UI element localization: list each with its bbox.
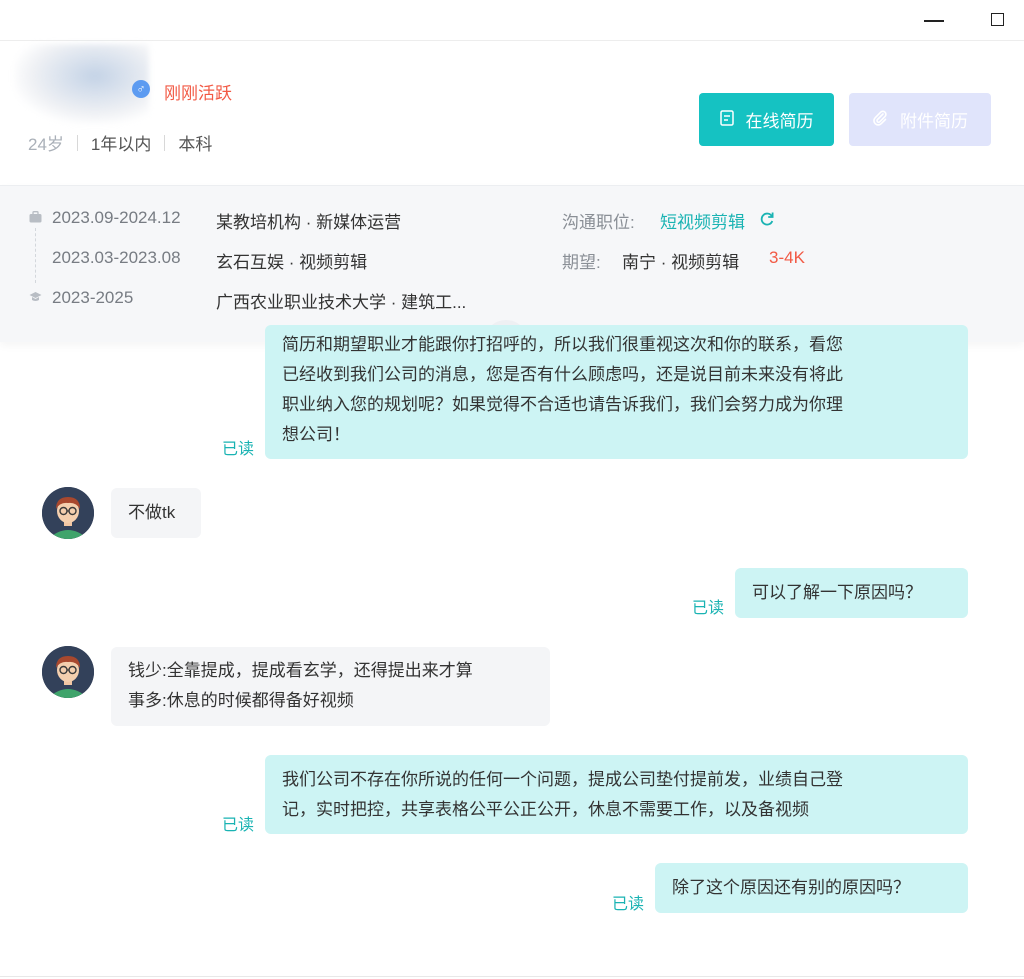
expectation-label: 期望: xyxy=(562,253,601,272)
message-bubble-sent[interactable]: 可以了解一下原因吗？ xyxy=(735,568,968,618)
history-desc: 玄石互娱 · 视频剪辑 xyxy=(216,253,368,272)
candidate-chat-avatar[interactable] xyxy=(42,487,94,539)
communicated-position-label: 沟通职位: xyxy=(562,213,635,232)
divider xyxy=(76,134,78,151)
online-resume-label: 在线简历 xyxy=(745,112,814,131)
title-bar xyxy=(0,0,1024,41)
message-line: 已经收到我们公司的消息，您是否有什么顾虑吗，还是说目前未来没有将此 xyxy=(282,365,843,384)
read-status: 已读 xyxy=(692,600,725,617)
candidate-experience: 1年以内 xyxy=(90,135,152,154)
history-desc: 某教培机构 · 新媒体运营 xyxy=(216,213,402,232)
candidate-chat-avatar[interactable] xyxy=(42,646,94,698)
candidate-avatar[interactable] xyxy=(14,44,149,124)
history-date: 2023-2025 xyxy=(52,288,134,307)
message-line: 不做tk xyxy=(128,503,176,522)
history-date: 2023.03-2023.08 xyxy=(52,248,181,267)
paperclip-icon xyxy=(872,110,888,130)
candidate-age: 24岁 xyxy=(28,135,64,154)
message-line: 职业纳入您的规划呢？如果觉得不合适也请告诉我们，我们会努力成为你理 xyxy=(282,395,843,414)
graduation-cap-icon xyxy=(28,291,42,305)
attachment-resume-label: 附件简历 xyxy=(900,112,968,131)
message-line: 事多:休息的时候都得备好视频 xyxy=(128,691,354,710)
message-bubble-received[interactable]: 钱少:全靠提成，提成看玄学，还得提出来才算 事多:休息的时候都得备好视频 xyxy=(111,647,550,726)
candidate-info-panel: 2023.09-2024.12 某教培机构 · 新媒体运营 2023.03-20… xyxy=(0,185,1024,342)
history-date: 2023.09-2024.12 xyxy=(52,208,181,227)
bottom-divider xyxy=(0,976,1024,977)
message-bubble-sent[interactable]: 除了这个原因还有别的原因吗？ xyxy=(655,863,968,913)
refresh-icon[interactable] xyxy=(758,208,778,228)
message-line: 钱少:全靠提成，提成看玄学，还得提出来才算 xyxy=(128,661,473,680)
active-status: 刚刚活跃 xyxy=(164,84,232,103)
message-line: 除了这个原因还有别的原因吗？ xyxy=(672,878,910,897)
online-resume-button[interactable]: 在线简历 xyxy=(699,93,834,146)
message-bubble-received[interactable]: 不做tk xyxy=(111,488,201,538)
message-line: 可以了解一下原因吗？ xyxy=(752,583,922,602)
attachment-resume-button[interactable]: 附件简历 xyxy=(849,93,991,146)
read-status: 已读 xyxy=(222,817,255,834)
minimize-icon[interactable] xyxy=(922,8,946,32)
maximize-icon[interactable] xyxy=(986,8,1010,32)
message-line: 想公司！ xyxy=(282,425,350,444)
divider xyxy=(164,134,166,151)
message-line: 记，实时把控，共享表格公平公正公开，休息不需要工作，以及备视频 xyxy=(282,800,809,819)
document-icon xyxy=(719,109,734,130)
message-bubble-sent[interactable]: 我们公司不存在你所说的任何一个问题，提成公司垫付提前发，业绩自己登 记，实时把控… xyxy=(265,755,968,834)
message-bubble-sent[interactable]: 简历和期望职业才能跟你打招呼的，所以我们很重视这次和你的联系，看您 已经收到我们… xyxy=(265,325,968,459)
history-desc: 广西农业职业技术大学 · 建筑工... xyxy=(216,293,467,312)
briefcase-icon xyxy=(28,211,42,225)
read-status: 已读 xyxy=(612,896,645,913)
read-status: 已读 xyxy=(222,441,255,458)
communicated-position-value[interactable]: 短视频剪辑 xyxy=(660,208,745,233)
candidate-basic-info: 24岁 1年以内 本科 xyxy=(28,130,212,155)
expected-salary: 3-4K xyxy=(769,248,805,267)
male-gender-icon: ♂ xyxy=(132,80,150,98)
timeline-line xyxy=(35,228,36,283)
message-line: 简历和期望职业才能跟你打招呼的，所以我们很重视这次和你的联系，看您 xyxy=(282,335,843,354)
chat-window: ♂ 刚刚活跃 24岁 1年以内 本科 在线简历 附件简历 2023.09-202… xyxy=(0,0,1024,979)
expectation-value: 南宁 · 视频剪辑 xyxy=(622,253,740,272)
message-line: 我们公司不存在你所说的任何一个问题，提成公司垫付提前发，业绩自己登 xyxy=(282,770,843,789)
candidate-education: 本科 xyxy=(178,135,213,154)
